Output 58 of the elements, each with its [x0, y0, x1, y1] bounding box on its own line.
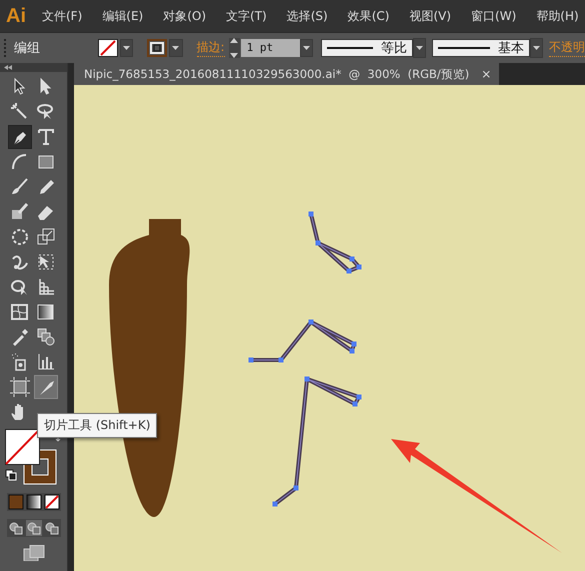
weight-spinner[interactable]: [228, 38, 240, 58]
none-button[interactable]: [44, 494, 60, 510]
selected-path[interactable]: [308, 212, 362, 274]
overlap-circles-icon: [44, 520, 60, 536]
pen-tool-button[interactable]: [8, 125, 32, 149]
color-swatch-icon: [8, 494, 24, 510]
draw-behind-button[interactable]: [26, 520, 42, 536]
menu-item[interactable]: 文字(T): [226, 4, 267, 28]
profile-dropdown[interactable]: 等比: [320, 39, 413, 57]
draw-inside-button[interactable]: [44, 520, 60, 536]
gradient-swatch-icon: [26, 494, 42, 510]
menu-item[interactable]: 帮助(H): [536, 4, 579, 28]
selection-type-label: 编组: [14, 40, 41, 57]
none-swatch-icon: [44, 494, 60, 510]
document-tab[interactable]: Nipic_7685153_20160811110329563000.ai* @ 300% (RGB/预览) ×: [74, 63, 500, 85]
weight-dropdown[interactable]: [300, 39, 313, 57]
color-button[interactable]: [8, 494, 24, 510]
stroke-dropdown[interactable]: [169, 39, 182, 57]
app-logo: Ai: [6, 4, 26, 28]
caret-icon: [414, 45, 424, 51]
fill-swatch[interactable]: [98, 39, 118, 57]
menu-item[interactable]: 编辑(E): [102, 4, 144, 28]
document-title: Nipic_7685153_20160811110329563000.ai* @ 300% (RGB/预览): [84, 66, 470, 82]
close-tab-button[interactable]: ×: [481, 67, 492, 81]
stroke-swatch[interactable]: [147, 39, 168, 57]
gradient-button[interactable]: [26, 494, 42, 510]
overlap-circles-icon: [8, 520, 24, 536]
selected-path[interactable]: [272, 376, 362, 506]
menu-item[interactable]: 窗口(W): [471, 4, 516, 28]
slice-tool-button[interactable]: [34, 375, 58, 399]
mesh-icon: [8, 301, 30, 323]
menu-item[interactable]: 视图(V): [409, 4, 452, 28]
caret-icon: [532, 45, 541, 51]
menu-item[interactable]: 对象(O): [163, 4, 206, 28]
profile-caret-button[interactable]: [412, 38, 426, 58]
down-arrow-icon: [230, 53, 238, 58]
stroke-weight-field[interactable]: 1 pt: [240, 39, 300, 57]
blend-icon: [34, 326, 56, 348]
draw-normal-button[interactable]: [8, 520, 24, 536]
up-arrow-icon: [230, 38, 238, 43]
brush-caret-button[interactable]: [530, 38, 543, 58]
collapse-icon: [4, 65, 12, 70]
artboard-icon: [8, 376, 30, 398]
artboard-tool-button[interactable]: [8, 375, 32, 399]
caret-icon: [302, 45, 311, 51]
menu-item[interactable]: 效果(C): [348, 4, 390, 28]
brush-dropdown[interactable]: 基本: [432, 39, 530, 57]
screen-mode-icon: [22, 545, 46, 561]
caret-icon: [122, 45, 132, 51]
menu-item[interactable]: 文件(F): [42, 4, 82, 28]
overlap-circles-icon: [26, 520, 42, 536]
fill-dropdown[interactable]: [120, 39, 134, 57]
tooltip-text: 切片工具 (Shift+K): [44, 418, 150, 432]
screen-mode-button[interactable]: [22, 545, 46, 561]
menu-item[interactable]: 选择(S): [286, 4, 328, 28]
caret-icon: [171, 45, 180, 51]
selected-path[interactable]: [248, 320, 356, 362]
default-colors-icon: [4, 469, 16, 481]
